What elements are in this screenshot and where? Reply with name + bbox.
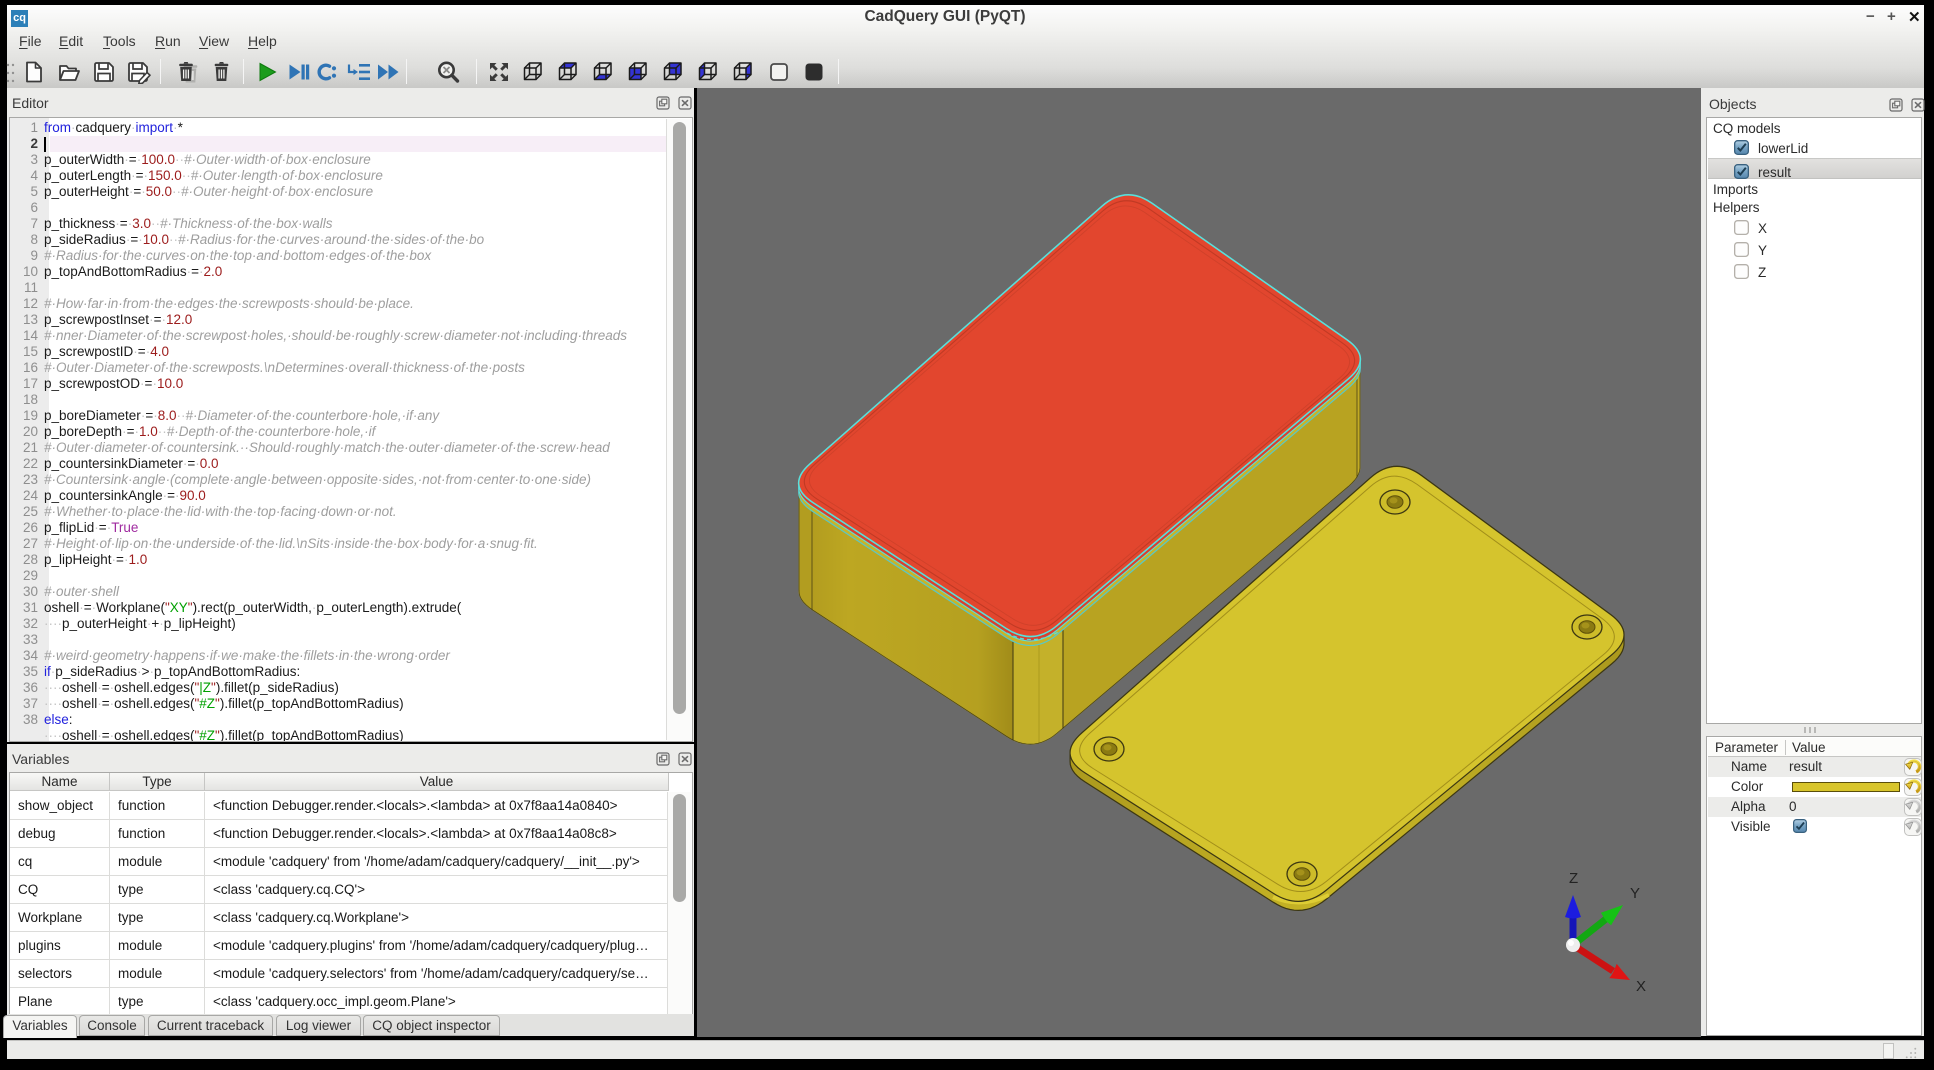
svg-text:Y: Y: [1630, 885, 1640, 902]
svg-text:Z: Z: [1569, 870, 1578, 887]
svg-text:X: X: [1636, 978, 1646, 995]
